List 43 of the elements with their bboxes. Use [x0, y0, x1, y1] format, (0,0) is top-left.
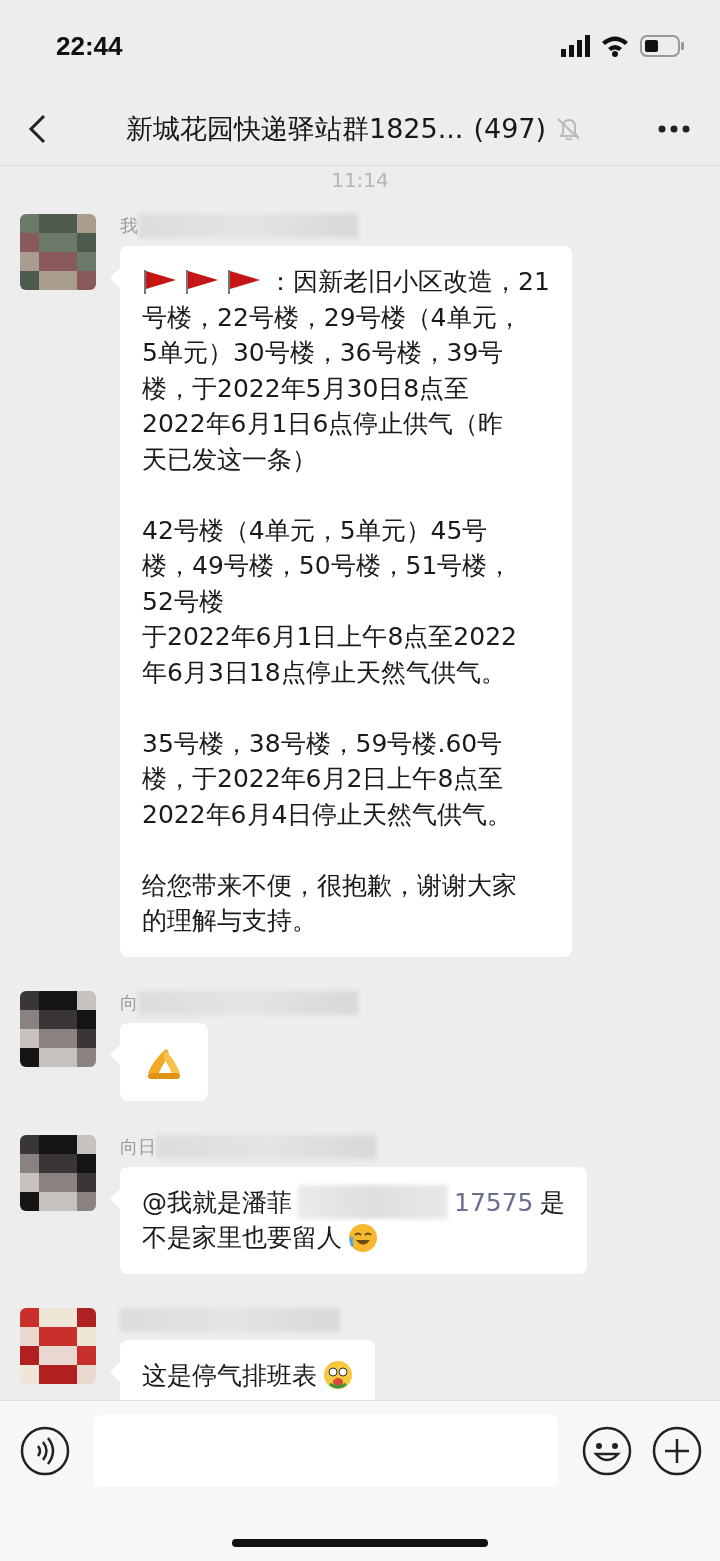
message-text: 2022年6月4日停止天然气供气。 — [142, 798, 514, 831]
message-text: 这是停气排班表 — [142, 1359, 317, 1392]
sender-name: 向 — [120, 990, 138, 1015]
message-text: 楼，49号楼，50号楼，51号楼， — [142, 550, 514, 582]
sender-name: 向日 — [120, 1134, 156, 1159]
add-button[interactable] — [652, 1426, 702, 1476]
message-text: ：因新老旧小区改造，21 — [268, 266, 550, 298]
sender-name: 我 — [120, 214, 138, 238]
more-icon — [658, 124, 690, 133]
message-text: 年6月3日18点停止天然气供气。 — [142, 656, 507, 689]
battery-icon — [640, 35, 684, 57]
message-text: 不是家里也要留人 — [142, 1222, 342, 1254]
voice-icon — [20, 1426, 70, 1476]
status-time: 22:44 — [56, 30, 124, 62]
message-text: 天已发这一条） — [142, 443, 318, 476]
message-text: 给您带来不便，很抱歉，谢谢大家 — [142, 869, 518, 902]
message-text: 楼，于2022年5月30日8点至 — [142, 372, 471, 405]
plus-icon — [652, 1426, 702, 1476]
message-text: 号楼，22号楼，29号楼（4单元， — [142, 301, 523, 334]
message-text: 是 — [539, 1186, 565, 1219]
message-text: 35号楼，38号楼，59号楼.60号 — [142, 727, 504, 760]
mention-link[interactable]: @我就是潘菲 — [142, 1184, 292, 1220]
message-text: 2022年6月1日6点停止供气（昨 — [142, 408, 505, 440]
message-text: 于2022年6月1日上午8点至2022 — [142, 621, 518, 653]
back-icon — [28, 113, 48, 144]
smiley-icon — [582, 1426, 632, 1476]
chat-title: 新城花园快递驿站群1825... — [125, 111, 464, 146]
dizzy-face-emoji-icon — [323, 1360, 353, 1391]
message-text: 的理解与支持。 — [142, 905, 318, 937]
wifi-icon — [600, 34, 630, 58]
signal-icon — [561, 35, 590, 57]
message-text: 楼，于2022年6月2日上午8点至 — [142, 763, 505, 795]
message-text: 5单元）30号楼，36号楼，39号 — [142, 337, 505, 369]
more-button[interactable] — [658, 124, 690, 133]
message-text: 42号楼（4单元，5单元）45号 — [142, 514, 489, 547]
timestamp: 11:14 — [330, 168, 390, 192]
handle-text: 17575 — [454, 1186, 534, 1219]
emoji-button[interactable] — [582, 1426, 632, 1476]
member-count: (497) — [473, 113, 547, 144]
message-text: 52号楼 — [142, 585, 225, 618]
voice-button[interactable] — [20, 1426, 70, 1476]
back-button[interactable] — [28, 113, 48, 144]
laughing-tears-emoji-icon — [348, 1222, 378, 1253]
